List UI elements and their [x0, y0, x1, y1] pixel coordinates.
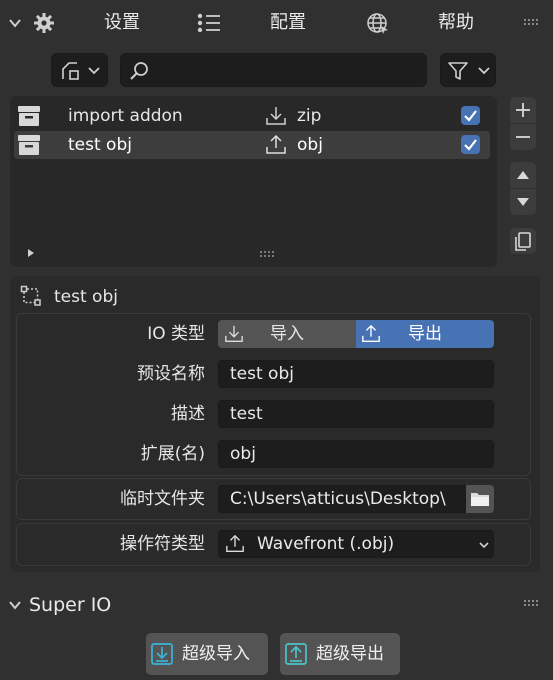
- operator-type-label: 操作符类型: [120, 534, 205, 554]
- archive-box-icon: [17, 105, 41, 127]
- chevron-down-icon[interactable]: [8, 598, 22, 612]
- description-field[interactable]: test: [218, 400, 494, 428]
- list-item-selected[interactable]: test obj obj: [14, 131, 490, 159]
- plus-icon: [516, 103, 530, 117]
- preferences-header: 设置 配置 帮助: [0, 0, 553, 46]
- list-resize-handle-icon[interactable]: [260, 251, 276, 257]
- preset-name-field[interactable]: test obj: [218, 360, 494, 388]
- preset-name: test obj: [68, 135, 132, 155]
- list-icon[interactable]: [197, 13, 221, 33]
- preset-name-value: test obj: [230, 364, 294, 384]
- filter-dropdown[interactable]: [440, 53, 496, 87]
- io-export-option[interactable]: 导出: [356, 320, 494, 348]
- operator-type-value: Wavefront (.obj): [257, 534, 395, 554]
- super-import-button[interactable]: 超级导入: [146, 633, 268, 675]
- minus-icon: [516, 136, 530, 138]
- folder-icon: [471, 493, 489, 506]
- move-down-button[interactable]: [510, 189, 536, 215]
- description-label: 描述: [171, 404, 205, 424]
- help-tab[interactable]: 帮助: [438, 0, 474, 46]
- temp-folder-label: 临时文件夹: [120, 489, 205, 509]
- gear-icon[interactable]: [33, 12, 55, 34]
- remove-preset-button[interactable]: [510, 124, 536, 150]
- io-import-option[interactable]: 导入: [218, 320, 356, 348]
- expand-arrow-icon[interactable]: [26, 248, 36, 258]
- io-type-label: IO 类型: [147, 324, 205, 344]
- temp-folder-value: C:\Users\atticus\Desktop\: [230, 489, 446, 509]
- chevron-down-icon: [88, 66, 100, 76]
- preset-name: import addon: [68, 106, 183, 126]
- super-export-icon: [284, 642, 308, 666]
- preset-ext: obj: [297, 135, 323, 155]
- preset-node-icon: [20, 285, 42, 307]
- import-export-type-icon: [59, 60, 81, 82]
- add-preset-button[interactable]: [510, 97, 536, 123]
- super-export-button[interactable]: 超级导出: [280, 633, 400, 675]
- preset-name-label: 预设名称: [137, 364, 205, 384]
- config-tab[interactable]: 配置: [270, 0, 306, 46]
- super-import-icon: [150, 642, 174, 666]
- preset-title: test obj: [54, 287, 118, 307]
- io-import-label: 导入: [270, 324, 304, 344]
- search-input[interactable]: [120, 53, 427, 87]
- chevron-down-icon: [479, 541, 489, 549]
- type-filter-dropdown[interactable]: [51, 53, 108, 87]
- enabled-checkbox[interactable]: [461, 135, 480, 154]
- export-icon: [225, 534, 245, 554]
- super-export-label: 超级导出: [316, 644, 384, 664]
- archive-box-icon: [17, 134, 41, 156]
- list-item[interactable]: import addon zip: [14, 102, 490, 130]
- drag-handle-icon[interactable]: [524, 600, 538, 608]
- globe-icon[interactable]: [366, 12, 390, 36]
- enabled-checkbox[interactable]: [461, 106, 480, 125]
- triangle-up-icon: [517, 171, 529, 179]
- temp-folder-field[interactable]: C:\Users\atticus\Desktop\: [218, 485, 466, 513]
- super-import-label: 超级导入: [182, 644, 250, 664]
- import-icon: [265, 105, 287, 127]
- copy-preset-button[interactable]: [510, 228, 536, 254]
- operator-type-dropdown[interactable]: Wavefront (.obj): [218, 530, 494, 558]
- duplicate-icon: [515, 232, 531, 251]
- funnel-icon: [447, 60, 469, 82]
- super-io-title[interactable]: Super IO: [29, 592, 111, 618]
- move-up-button[interactable]: [510, 162, 536, 188]
- chevron-down-icon[interactable]: [8, 16, 22, 30]
- extension-value: obj: [230, 444, 256, 464]
- browse-folder-button[interactable]: [466, 485, 494, 513]
- drag-handle-icon[interactable]: [524, 19, 538, 27]
- extension-field[interactable]: obj: [218, 440, 494, 468]
- search-icon: [129, 61, 149, 81]
- export-icon: [265, 134, 287, 156]
- extension-label: 扩展(名): [140, 444, 205, 464]
- chevron-down-icon: [478, 66, 490, 76]
- description-value: test: [230, 404, 263, 424]
- io-export-label: 导出: [408, 324, 442, 344]
- preset-ext: zip: [297, 106, 322, 126]
- settings-tab[interactable]: 设置: [104, 0, 140, 46]
- triangle-down-icon: [517, 198, 529, 206]
